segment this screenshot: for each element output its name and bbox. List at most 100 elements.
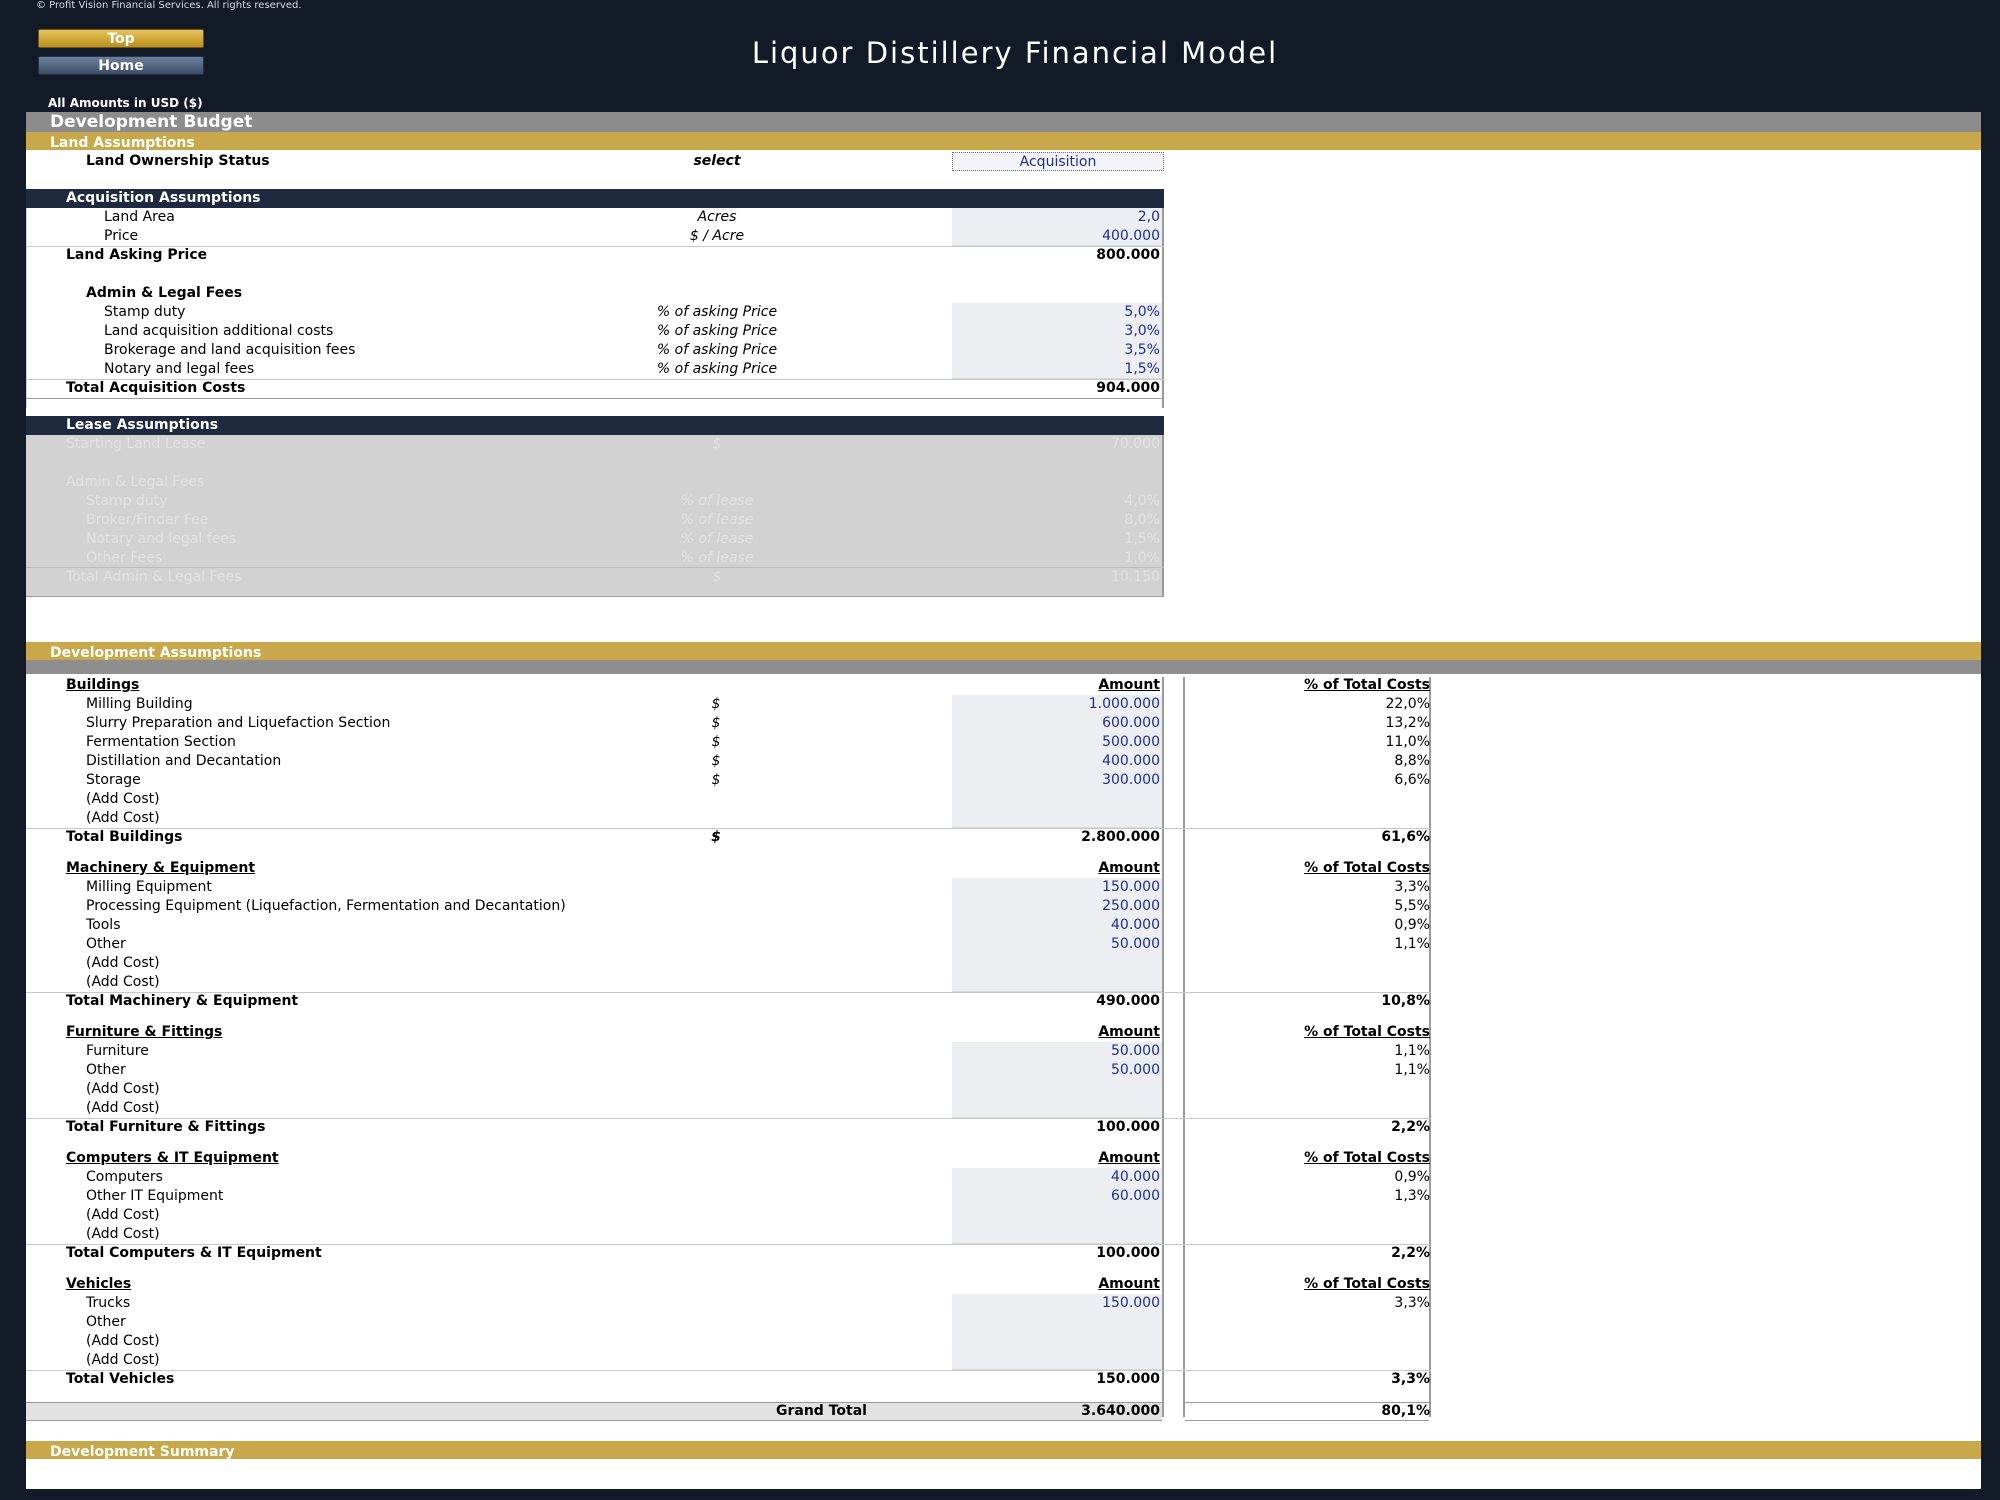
acq-fee-row: Stamp duty % of asking Price 5,0% xyxy=(26,303,1166,322)
land-assumptions-title: Land Assumptions xyxy=(50,135,195,151)
lease-fee-row: Other Fees % of lease 1,0% xyxy=(26,549,1166,568)
building-label: Fermentation Section xyxy=(86,734,236,750)
computers-amount-input[interactable]: 40.000 xyxy=(1111,1168,1160,1187)
price-input[interactable]: 400.000 xyxy=(1102,227,1160,246)
building-pct: 13,2% xyxy=(1385,715,1430,731)
computers-header-row: Computers & IT Equipment Amount % of Tot… xyxy=(26,1149,1436,1168)
vehicles-pct: 3,3% xyxy=(1394,1295,1430,1311)
building-unit: $ xyxy=(711,696,721,712)
starting-lease-label: Starting Land Lease xyxy=(66,436,206,452)
machinery-header-row: Machinery & Equipment Amount % of Total … xyxy=(26,859,1436,878)
building-label: Milling Building xyxy=(86,696,193,712)
computers-label: Other IT Equipment xyxy=(86,1188,224,1204)
furniture-label: (Add Cost) xyxy=(86,1100,160,1116)
acq-fee-input[interactable]: 1,5% xyxy=(1124,360,1160,379)
machinery-label: (Add Cost) xyxy=(86,955,160,971)
total-vehicles-row: Total Vehicles 150.000 3,3% xyxy=(26,1370,1436,1389)
copyright-notice: © Profit Vision Financial Services. All … xyxy=(36,0,302,11)
land-ownership-select[interactable]: Acquisition xyxy=(952,152,1164,171)
building-pct: 8,8% xyxy=(1394,753,1430,769)
building-label: (Add Cost) xyxy=(86,791,160,807)
lease-fee-input[interactable]: 1,0% xyxy=(1124,549,1160,568)
machinery-label: Tools xyxy=(86,917,121,933)
acq-fee-label: Land acquisition additional costs xyxy=(104,323,334,339)
acquisition-assumptions-title: Acquisition Assumptions xyxy=(66,190,261,206)
vehicles-label: (Add Cost) xyxy=(86,1352,160,1368)
development-assumptions-title: Development Assumptions xyxy=(50,645,262,661)
acq-fee-label: Stamp duty xyxy=(104,304,186,320)
land-assumptions-band: Land Assumptions xyxy=(26,132,1981,151)
building-amount-input[interactable]: 1.000.000 xyxy=(1089,695,1160,714)
vehicles-header: Vehicles xyxy=(66,1276,132,1292)
furniture-row: (Add Cost) xyxy=(26,1080,1436,1099)
total-machinery-pct: 10,8% xyxy=(1381,993,1430,1009)
lease-fee-input[interactable]: 1,5% xyxy=(1124,530,1160,549)
lease-fee-input[interactable]: 8,0% xyxy=(1124,511,1160,530)
land-ownership-hint: select xyxy=(693,153,741,169)
furniture-row: Furniture 50.000 1,1% xyxy=(26,1042,1436,1061)
acq-fee-unit: % of asking Price xyxy=(656,342,778,358)
total-computers-label: Total Computers & IT Equipment xyxy=(66,1245,322,1261)
furniture-row: (Add Cost) xyxy=(26,1099,1436,1118)
lease-fee-label: Notary and legal fees xyxy=(86,531,237,547)
acq-fee-row: Notary and legal fees % of asking Price … xyxy=(26,360,1166,379)
development-summary-title: Development Summary xyxy=(50,1444,235,1460)
separator xyxy=(26,398,1164,399)
computers-label: (Add Cost) xyxy=(86,1207,160,1223)
grand-total-pct: 80,1% xyxy=(1381,1403,1430,1419)
model-title: Liquor Distillery Financial Model xyxy=(751,36,1279,70)
total-computers-amount: 100.000 xyxy=(1096,1245,1160,1261)
acq-fee-unit: % of asking Price xyxy=(656,323,778,339)
building-amount-input[interactable]: 400.000 xyxy=(1102,752,1160,771)
vehicles-label: Other xyxy=(86,1314,126,1330)
acq-fee-input[interactable]: 3,0% xyxy=(1124,322,1160,341)
furniture-header: Furniture & Fittings xyxy=(66,1024,223,1040)
furniture-header-row: Furniture & Fittings Amount % of Total C… xyxy=(26,1023,1436,1042)
furniture-pct: 1,1% xyxy=(1394,1062,1430,1078)
vehicles-amount-input[interactable]: 150.000 xyxy=(1102,1294,1160,1313)
building-amount-input[interactable]: 300.000 xyxy=(1102,771,1160,790)
machinery-row: Other 50.000 1,1% xyxy=(26,935,1436,954)
acq-fee-input[interactable]: 5,0% xyxy=(1124,303,1160,322)
lease-fee-unit: % of lease xyxy=(680,493,754,509)
building-label: Storage xyxy=(86,772,141,788)
building-row: (Add Cost) xyxy=(26,790,1436,809)
total-vehicles-label: Total Vehicles xyxy=(66,1371,175,1387)
machinery-amount-input[interactable]: 250.000 xyxy=(1102,897,1160,916)
land-area-input[interactable]: 2,0 xyxy=(1138,208,1160,227)
total-vehicles-amount: 150.000 xyxy=(1096,1371,1160,1387)
acq-fees-header: Admin & Legal Fees xyxy=(86,285,243,301)
starting-lease-input[interactable]: 70.000 xyxy=(1111,435,1160,454)
lease-fee-label: Stamp duty xyxy=(86,493,168,509)
acq-fee-input[interactable]: 3,5% xyxy=(1124,341,1160,360)
lease-assumptions-header: Lease Assumptions xyxy=(26,416,1164,435)
development-budget-band: Development Budget xyxy=(26,112,1981,132)
furniture-row: Other 50.000 1,1% xyxy=(26,1061,1436,1080)
computers-pct: 0,9% xyxy=(1394,1169,1430,1185)
acq-fee-row: Brokerage and land acquisition fees % of… xyxy=(26,341,1166,360)
machinery-amount-input[interactable]: 50.000 xyxy=(1111,935,1160,954)
lease-fee-unit: % of lease xyxy=(680,550,754,566)
grand-total-label: Grand Total xyxy=(776,1403,867,1419)
machinery-amount-input[interactable]: 150.000 xyxy=(1102,878,1160,897)
total-buildings-row: Total Buildings $ 2.800.000 61,6% xyxy=(26,828,1436,847)
furniture-amount-input[interactable]: 50.000 xyxy=(1111,1061,1160,1080)
grand-total-amount: 3.640.000 xyxy=(1081,1403,1160,1419)
furniture-label: Furniture xyxy=(86,1043,149,1059)
building-amount-input[interactable]: 500.000 xyxy=(1102,733,1160,752)
computers-amount-input[interactable]: 60.000 xyxy=(1111,1187,1160,1206)
land-asking-price-row: Land Asking Price 800.000 xyxy=(26,246,1166,265)
amount-header: Amount xyxy=(1098,860,1160,876)
lease-assumptions-title: Lease Assumptions xyxy=(66,417,219,433)
total-computers-pct: 2,2% xyxy=(1391,1245,1430,1261)
building-amount-input[interactable]: 600.000 xyxy=(1102,714,1160,733)
lease-fee-input[interactable]: 4,0% xyxy=(1124,492,1160,511)
total-furniture-amount: 100.000 xyxy=(1096,1119,1160,1135)
building-row: Distillation and Decantation $ 400.000 8… xyxy=(26,752,1436,771)
machinery-pct: 5,5% xyxy=(1394,898,1430,914)
furniture-amount-input[interactable]: 50.000 xyxy=(1111,1042,1160,1061)
building-row: Storage $ 300.000 6,6% xyxy=(26,771,1436,790)
machinery-amount-input[interactable]: 40.000 xyxy=(1111,916,1160,935)
computers-pct: 1,3% xyxy=(1394,1188,1430,1204)
building-pct: 11,0% xyxy=(1385,734,1430,750)
